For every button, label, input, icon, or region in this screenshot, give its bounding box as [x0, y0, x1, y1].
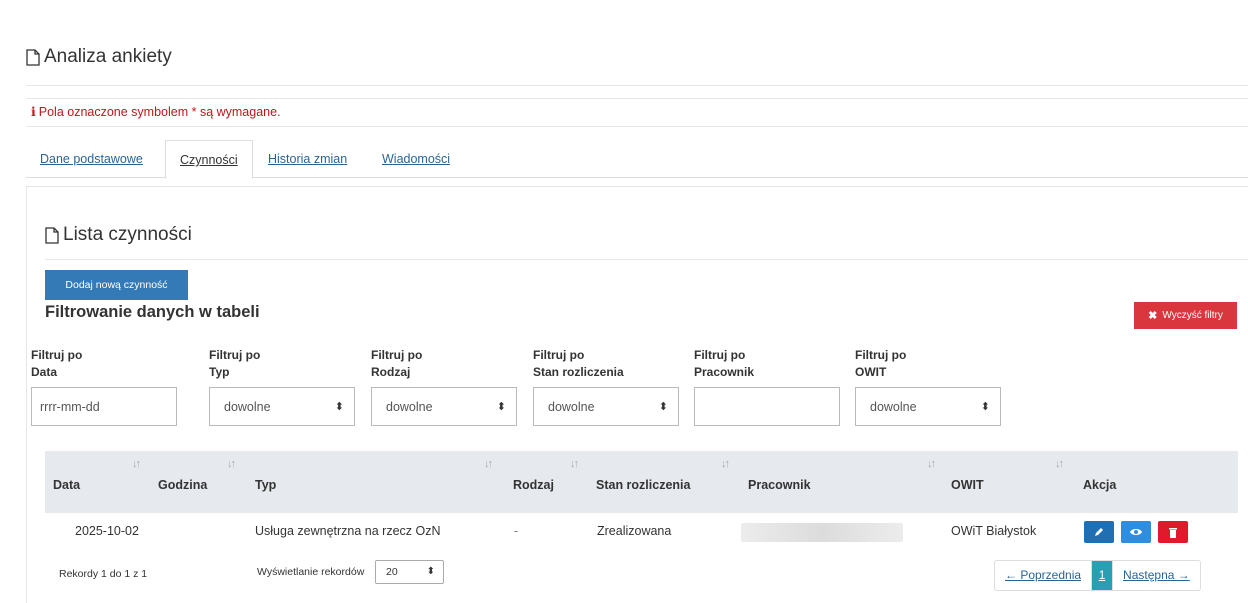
filter-label: Filtruj po Rodzaj	[371, 348, 423, 379]
file-icon	[45, 226, 59, 244]
sort-icon[interactable]: ↓↑	[570, 458, 579, 470]
page-title-text: Analiza ankiety	[44, 46, 172, 67]
divider	[45, 259, 1248, 260]
divider	[26, 98, 1248, 99]
section-title-text: Lista czynności	[63, 224, 192, 245]
cell-data: 2025-10-02	[75, 524, 139, 538]
records-info: Rekordy 1 do 1 z 1	[59, 568, 148, 580]
add-activity-button[interactable]: Dodaj nową czynność	[45, 270, 188, 300]
cell-rodzaj: -	[514, 524, 519, 538]
kind-filter-select[interactable]: dowolne ⬍	[371, 387, 517, 426]
trash-icon	[1169, 527, 1177, 538]
sort-icon[interactable]: ↓↑	[484, 458, 493, 470]
info-icon: i	[31, 104, 36, 119]
cell-typ: Usługa zewnętrzna na rzecz OzN	[255, 524, 441, 538]
current-page[interactable]: 1	[1092, 561, 1114, 590]
filter-rodzaj: Filtruj po Rodzaj dowolne ⬍	[371, 347, 517, 426]
sort-icon[interactable]: ↓↑	[927, 458, 936, 470]
eye-icon	[1130, 529, 1142, 535]
table-row: 2025-10-02 Usługa zewnętrzna na rzecz Oz…	[45, 513, 1238, 551]
filter-owit: Filtruj po OWIT dowolne ⬍	[855, 347, 1001, 426]
cell-pracownik-redacted	[741, 523, 903, 542]
tab-dane-podstawowe[interactable]: Dane podstawowe	[26, 140, 157, 178]
settlement-filter-select[interactable]: dowolne ⬍	[533, 387, 679, 426]
sort-icon[interactable]: ↓↑	[227, 458, 236, 470]
filter-label: Filtruj po Typ	[209, 348, 261, 379]
filter-pracownik: Filtruj po Pracownik	[694, 347, 840, 426]
sort-arrows-icon: ⬍	[334, 401, 344, 413]
tab-wiadomosci[interactable]: Wiadomości	[368, 140, 464, 178]
tab-czynnosci[interactable]: Czynności	[165, 140, 253, 179]
filter-heading: Filtrowanie danych w tabeli	[45, 303, 260, 321]
pencil-icon	[1095, 528, 1103, 536]
page-length-label: Wyświetlanie rekordów	[257, 566, 365, 578]
filter-label: Filtruj po OWIT	[855, 348, 907, 379]
column-header-pracownik[interactable]: Pracownik	[748, 478, 811, 492]
prev-page-link[interactable]: ← Poprzednia	[995, 561, 1093, 590]
sort-icon[interactable]: ↓↑	[132, 458, 141, 470]
clear-filters-label: Wyczyść filtry	[1162, 310, 1223, 321]
required-note-text: Pola oznaczone symbolem * są wymagane.	[38, 105, 281, 119]
type-filter-select[interactable]: dowolne ⬍	[209, 387, 355, 426]
tab-historia-zmian[interactable]: Historia zmian	[254, 140, 361, 178]
filter-label: Filtruj po Pracownik	[694, 348, 755, 379]
column-header-godzina[interactable]: Godzina	[158, 478, 207, 492]
tab-bar: Dane podstawowe Czynności Historia zmian…	[26, 140, 1248, 179]
next-page-link[interactable]: Następna →	[1113, 561, 1200, 590]
file-icon	[26, 48, 40, 66]
divider	[26, 85, 1248, 86]
delete-button[interactable]	[1158, 521, 1188, 543]
filter-label: Filtruj po Data	[31, 348, 83, 379]
column-header-owit[interactable]: OWIT	[951, 478, 984, 492]
section-title: Lista czynności	[45, 224, 192, 246]
table-header: ↓↑ Data ↓↑ Godzina ↓↑ Typ ↓↑ Rodzaj ↓↑ S…	[45, 451, 1238, 513]
filter-stan: Filtruj po Stan rozliczenia dowolne ⬍	[533, 347, 679, 426]
column-header-akcja: Akcja	[1083, 478, 1117, 492]
owit-filter-select[interactable]: dowolne ⬍	[855, 387, 1001, 426]
divider	[26, 126, 1248, 127]
date-filter-input[interactable]: rrrr-mm-dd	[31, 387, 177, 426]
page-title: Analiza ankiety	[26, 46, 172, 68]
sort-arrows-icon: ⬍	[658, 401, 668, 413]
close-icon: ✖	[1148, 310, 1158, 322]
filter-data: Filtruj po Data rrrr-mm-dd	[31, 347, 177, 426]
cell-owit: OWiT Białystok	[951, 524, 1037, 538]
column-header-data[interactable]: Data	[53, 478, 80, 492]
view-button[interactable]	[1121, 521, 1151, 543]
column-header-typ[interactable]: Typ	[255, 478, 276, 492]
column-header-rodzaj[interactable]: Rodzaj	[513, 478, 554, 492]
sort-arrows-icon: ⬍	[496, 401, 506, 413]
employee-filter-input[interactable]	[694, 387, 840, 426]
sort-icon[interactable]: ↓↑	[721, 458, 730, 470]
column-header-stan[interactable]: Stan rozliczenia	[596, 478, 690, 492]
pagination: ← Poprzednia 1 Następna →	[994, 560, 1201, 591]
sort-arrows-icon: ⬍	[426, 566, 435, 577]
sort-arrows-icon: ⬍	[980, 401, 990, 413]
edit-button[interactable]	[1084, 521, 1114, 543]
page-length-select[interactable]: 20 ⬍	[375, 560, 444, 584]
cell-stan: Zrealizowana	[597, 524, 672, 538]
clear-filters-button[interactable]: ✖ Wyczyść filtry	[1134, 302, 1237, 329]
filter-typ: Filtruj po Typ dowolne ⬍	[209, 347, 355, 426]
filter-label: Filtruj po Stan rozliczenia	[533, 348, 624, 379]
required-fields-note: i Pola oznaczone symbolem * są wymagane.	[31, 104, 281, 119]
sort-icon[interactable]: ↓↑	[1055, 458, 1064, 470]
